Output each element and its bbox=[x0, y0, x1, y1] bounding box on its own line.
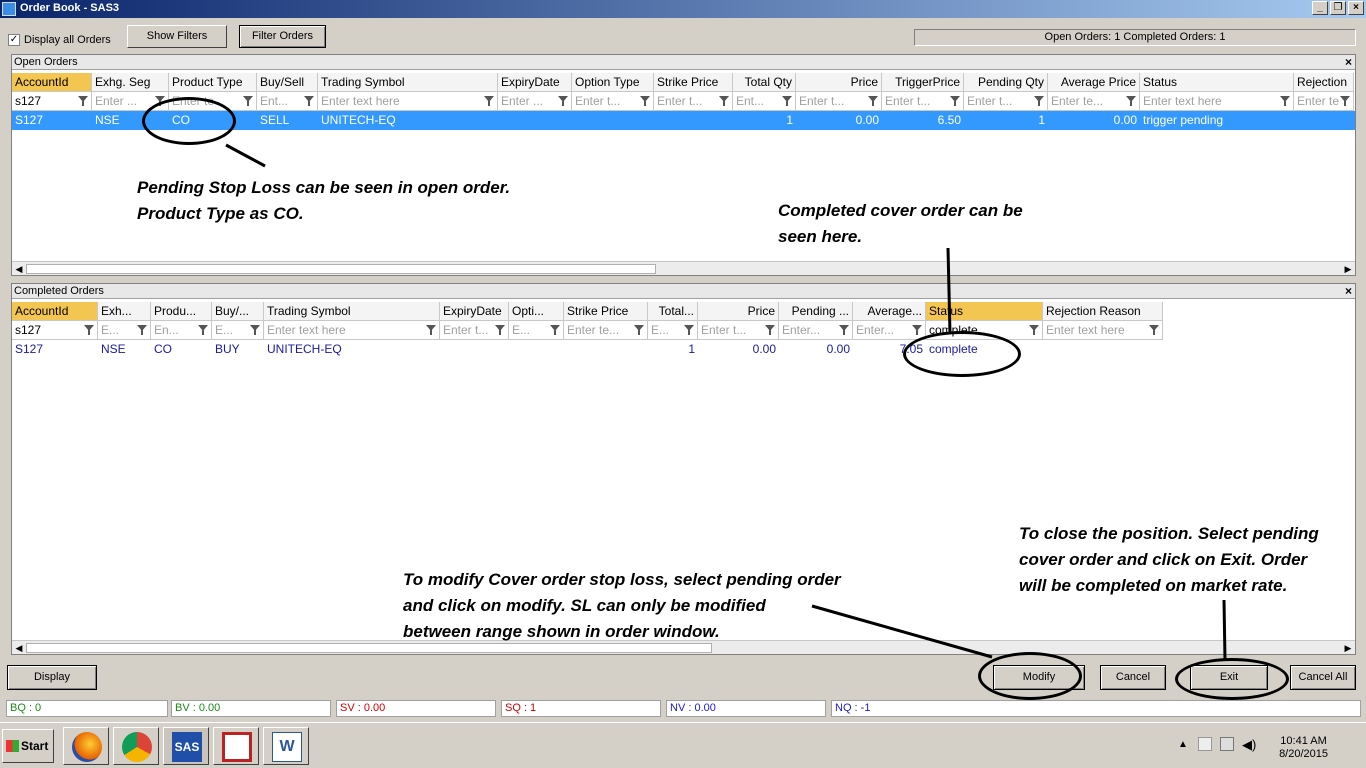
chrome-icon bbox=[122, 732, 152, 762]
stat-nv: NV : 0.00 bbox=[666, 700, 826, 717]
arrow-line-open bbox=[225, 143, 266, 168]
stat-bv: BV : 0.00 bbox=[171, 700, 331, 717]
taskbar-clock[interactable]: 10:41 AM 8/20/2015 bbox=[1279, 735, 1328, 761]
taskbar-app-firefox[interactable] bbox=[63, 727, 109, 765]
stat-bq: BQ : 0 bbox=[6, 700, 168, 717]
taskbar-app-now[interactable] bbox=[213, 727, 259, 765]
word-icon: W bbox=[272, 732, 302, 762]
firefox-icon bbox=[72, 732, 102, 762]
network-icon[interactable] bbox=[1220, 737, 1234, 751]
stat-sq: SQ : 1 bbox=[501, 700, 661, 717]
annotation-arrows bbox=[225, 143, 1227, 661]
taskbar-app-sas[interactable]: SAS bbox=[163, 727, 209, 765]
arrow-line-completed bbox=[946, 247, 952, 335]
arrow-line-modify bbox=[811, 604, 993, 659]
windows-flag-icon bbox=[6, 740, 19, 752]
start-button[interactable]: Start bbox=[2, 729, 54, 763]
volume-icon[interactable]: ◀) bbox=[1242, 737, 1256, 753]
sas-icon: SAS bbox=[172, 732, 202, 762]
taskbar-app-word[interactable]: W bbox=[263, 727, 309, 765]
taskbar: Start SAS W ▲ ◀) 10:41 AM 8/20/2015 bbox=[0, 722, 1366, 768]
now-icon bbox=[222, 732, 252, 762]
stat-nq: NQ : -1 bbox=[831, 700, 1361, 717]
show-hidden-icons-icon[interactable]: ▲ bbox=[1178, 739, 1188, 750]
arrow-line-exit bbox=[1222, 599, 1227, 661]
stat-sv: SV : 0.00 bbox=[336, 700, 496, 717]
action-center-icon[interactable] bbox=[1198, 737, 1212, 751]
taskbar-app-chrome[interactable] bbox=[113, 727, 159, 765]
